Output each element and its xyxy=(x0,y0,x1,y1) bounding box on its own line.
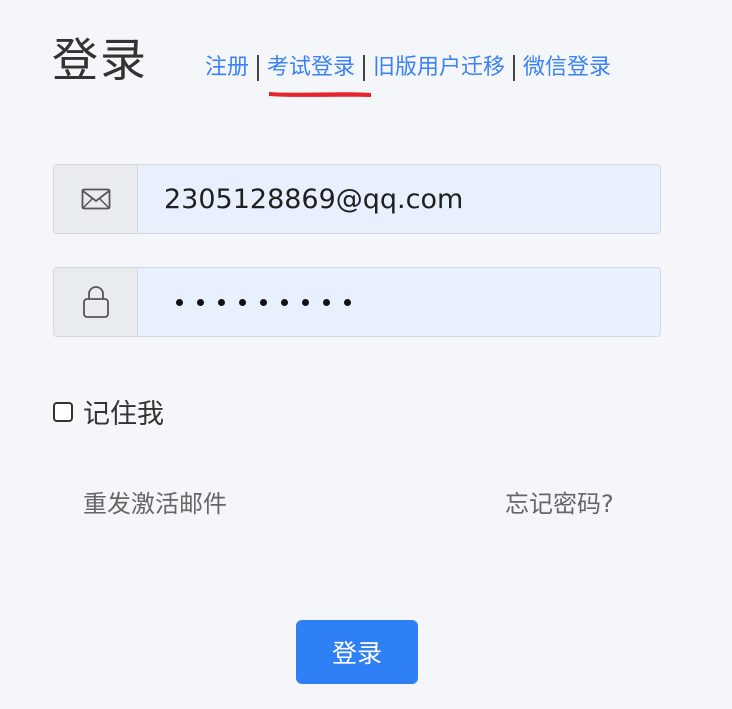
password-input[interactable] xyxy=(138,268,660,336)
password-mask-dot xyxy=(218,298,225,306)
login-button[interactable]: 登录 xyxy=(296,620,418,684)
password-mask xyxy=(164,298,351,306)
password-mask-dot xyxy=(281,298,288,306)
email-input[interactable]: 2305128869@qq.com xyxy=(138,165,660,233)
nav-divider xyxy=(363,55,366,81)
nav-item-exam-login-wrap: 考试登录 xyxy=(267,52,372,97)
mail-icon xyxy=(81,188,110,210)
nav-link-exam-login[interactable]: 考试登录 xyxy=(267,55,355,80)
red-underline-annotation xyxy=(269,92,372,97)
resend-activation-link[interactable]: 重发激活邮件 xyxy=(83,484,227,519)
forgot-password-link[interactable]: 忘记密码? xyxy=(505,484,614,519)
remember-checkbox[interactable] xyxy=(53,401,73,422)
password-mask-dot xyxy=(302,298,309,306)
nav-divider xyxy=(257,55,260,81)
page-title: 登录 xyxy=(52,33,148,87)
login-page: 登录 注册 考试登录 旧版用户迁移 微信登录 2305128869@qq.com xyxy=(0,0,732,709)
password-mask-dot xyxy=(176,298,183,306)
remember-me[interactable]: 记住我 xyxy=(53,392,164,431)
email-field-group: 2305128869@qq.com xyxy=(53,164,661,234)
password-mask-dot xyxy=(260,298,267,306)
password-mask-dot xyxy=(197,298,204,306)
nav-link-legacy-migration[interactable]: 旧版用户迁移 xyxy=(373,52,505,84)
remember-label: 记住我 xyxy=(83,399,164,430)
nav-divider xyxy=(513,55,516,81)
email-addon xyxy=(54,165,138,233)
password-addon xyxy=(54,268,138,336)
password-mask-dot xyxy=(344,298,351,306)
password-field-group xyxy=(53,267,661,337)
lock-icon xyxy=(82,286,109,318)
nav-link-register[interactable]: 注册 xyxy=(205,52,249,84)
password-mask-dot xyxy=(323,298,330,306)
nav-link-wechat-login[interactable]: 微信登录 xyxy=(523,52,611,84)
login-nav: 注册 考试登录 旧版用户迁移 微信登录 xyxy=(205,52,611,97)
password-mask-dot xyxy=(239,298,246,306)
